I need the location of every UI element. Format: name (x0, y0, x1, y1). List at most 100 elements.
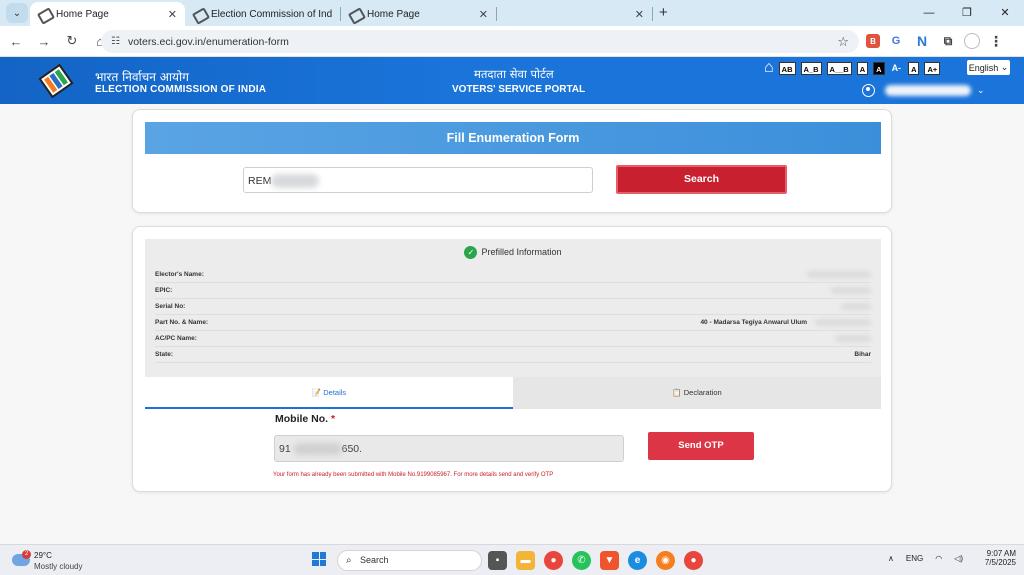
contrast-dark-button[interactable]: A (873, 61, 885, 75)
redacted-value (815, 319, 871, 326)
redacted-value (835, 335, 871, 342)
info-label: State: (155, 351, 174, 358)
portal-name-hindi: मतदाता सेवा पोर्टल (474, 67, 554, 81)
tab-details[interactable]: 📝 Details (145, 377, 513, 409)
site-info-icon[interactable]: ☷ (111, 36, 120, 47)
page-title: Fill Enumeration Form (145, 122, 881, 154)
prefilled-title: ✓ Prefilled Information (145, 246, 881, 259)
info-row-part-no: Part No. & Name: 40 - Madarsa Tegiya Anw… (155, 315, 871, 331)
tab-declaration[interactable]: 📋 Declaration (513, 377, 881, 409)
close-tab-icon[interactable]: ✕ (168, 8, 177, 21)
org-name-hindi: भारत निर्वाचन आयोग (95, 70, 189, 84)
chevron-down-icon: ⌄ (977, 85, 985, 95)
tab-search-menu-button[interactable]: ⌄ (6, 3, 28, 23)
new-tab-plus-icon[interactable]: + (659, 4, 668, 21)
accessibility-toolbar: ⌂ AB A_B A__B A A A- A A+ (764, 59, 941, 77)
info-row-state: State: Bihar (155, 347, 871, 363)
eci-header: भारत निर्वाचन आयोग ELECTION COMMISSION O… (0, 57, 1024, 104)
tab-separator (652, 7, 653, 21)
details-icon: 📝 (311, 388, 322, 397)
taskbar-apps: ▪ ▬ ● ✆ ▼ e ◉ ● (488, 551, 703, 570)
windows-start-icon[interactable] (312, 552, 326, 566)
wifi-icon[interactable]: ◠ (935, 554, 942, 563)
tab-label: Details (323, 388, 347, 397)
speaker-icon[interactable]: ◁) (954, 554, 963, 563)
browser-tab-eci[interactable]: Election Commission of India (185, 2, 340, 26)
puzzle-extensions-icon[interactable]: ⧉ (938, 31, 958, 51)
contrast-normal-button[interactable]: A (856, 61, 869, 75)
extension-red-icon[interactable]: B (866, 34, 880, 48)
font-normal-button[interactable]: A (908, 61, 920, 75)
system-clock[interactable]: 9:07 AM 7/5/2025 (978, 549, 1016, 567)
eci-favicon-icon (38, 8, 50, 20)
search-input[interactable]: REM (243, 167, 593, 193)
chevron-up-icon[interactable]: ∧ (888, 554, 894, 563)
search-icon: ⌕ (346, 555, 352, 566)
chrome-icon[interactable]: ● (544, 551, 563, 570)
forward-arrow-icon[interactable]: → (32, 34, 56, 49)
language-select[interactable]: English ⌄ (967, 60, 1010, 75)
info-row-serial-no: Serial No: (155, 299, 871, 315)
redacted-value (807, 271, 871, 278)
mobile-input[interactable]: 91 650. (274, 435, 624, 462)
required-mark: * (331, 413, 336, 425)
profile-avatar-icon[interactable] (964, 33, 980, 49)
font-decrease-button[interactable]: A- (890, 62, 904, 75)
minimize-icon[interactable]: — (910, 0, 948, 26)
submission-message: Your form has already been submitted wit… (273, 472, 554, 478)
firefox-icon[interactable]: ◉ (656, 551, 675, 570)
browser-tab-home-page[interactable]: Home Page ✕ (30, 2, 185, 26)
info-label: AC/PC Name: (155, 335, 197, 342)
search-button[interactable]: Search (616, 165, 787, 194)
mobile-label-text: Mobile No. (275, 413, 329, 425)
portal-name-english: VOTERS' SERVICE PORTAL (452, 84, 586, 95)
font-increase-button[interactable]: A+ (924, 61, 941, 75)
file-explorer-icon[interactable]: ▬ (516, 551, 535, 570)
redacted-value (841, 303, 871, 310)
edge-icon[interactable]: e (628, 551, 647, 570)
redacted-text (271, 174, 320, 189)
chrome-profile-icon[interactable]: ● (684, 551, 703, 570)
text-spacing-medium-button[interactable]: A_B (800, 61, 822, 75)
language-indicator[interactable]: ENG (906, 554, 923, 563)
info-label: Part No. & Name: (155, 319, 209, 326)
tab-title: Election Commission of India (211, 8, 332, 20)
text-spacing-normal-button[interactable]: AB (778, 61, 796, 75)
info-row-elector-name: Elector's Name: (155, 267, 871, 283)
bookmark-star-icon[interactable]: ☆ (837, 34, 849, 50)
user-menu[interactable]: ⌄ (862, 84, 985, 97)
back-arrow-icon[interactable]: ← (4, 34, 28, 49)
address-bar-row: ← → ↻ ⌂ ☷ voters.eci.gov.in/enumeration-… (0, 26, 1024, 57)
brave-icon[interactable]: ▼ (600, 551, 619, 570)
weather-widget[interactable]: 2 29°C Mostly cloudy (10, 548, 100, 573)
whatsapp-icon[interactable]: ✆ (572, 551, 591, 570)
tab-title: Home Page (367, 8, 420, 20)
close-window-icon[interactable]: ✕ (986, 0, 1024, 26)
prefilled-title-text: Prefilled Information (481, 246, 562, 257)
reload-icon[interactable]: ↻ (60, 33, 84, 49)
browser-tab-redacted[interactable]: ✕ (497, 2, 652, 26)
check-icon: ✓ (464, 246, 478, 259)
tab-label: Declaration (683, 388, 722, 397)
info-label: EPIC: (155, 287, 173, 294)
url-input[interactable]: ☷ voters.eci.gov.in/enumeration-form ☆ (101, 30, 859, 53)
text-spacing-large-button[interactable]: A__B (826, 61, 852, 75)
org-name-english: ELECTION COMMISSION OF INDIA (95, 84, 267, 95)
taskbar-search[interactable]: ⌕ Search (337, 550, 482, 571)
notion-extension-icon[interactable]: N (912, 31, 932, 51)
clock-time: 9:07 AM (986, 549, 1016, 558)
restore-icon[interactable]: ❐ (948, 0, 986, 26)
browser-tab-home-page-2[interactable]: Home Page ✕ (341, 2, 496, 26)
url-text: voters.eci.gov.in/enumeration-form (127, 35, 289, 48)
task-view-icon[interactable]: ▪ (488, 551, 507, 570)
close-tab-icon[interactable]: ✕ (635, 8, 644, 21)
clock-date: 7/5/2025 (984, 558, 1016, 567)
page-body: Fill Enumeration Form REM Search ✓ Prefil… (0, 104, 1024, 544)
send-otp-button[interactable]: Send OTP (648, 432, 754, 460)
close-tab-icon[interactable]: ✕ (479, 8, 488, 21)
eci-favicon-icon (349, 8, 361, 20)
translate-extension-icon[interactable]: G (886, 31, 906, 51)
home-icon[interactable]: ⌂ (764, 59, 774, 77)
eci-logo-icon[interactable] (38, 64, 74, 98)
more-menu-icon[interactable]: ⋮ (986, 31, 1006, 51)
